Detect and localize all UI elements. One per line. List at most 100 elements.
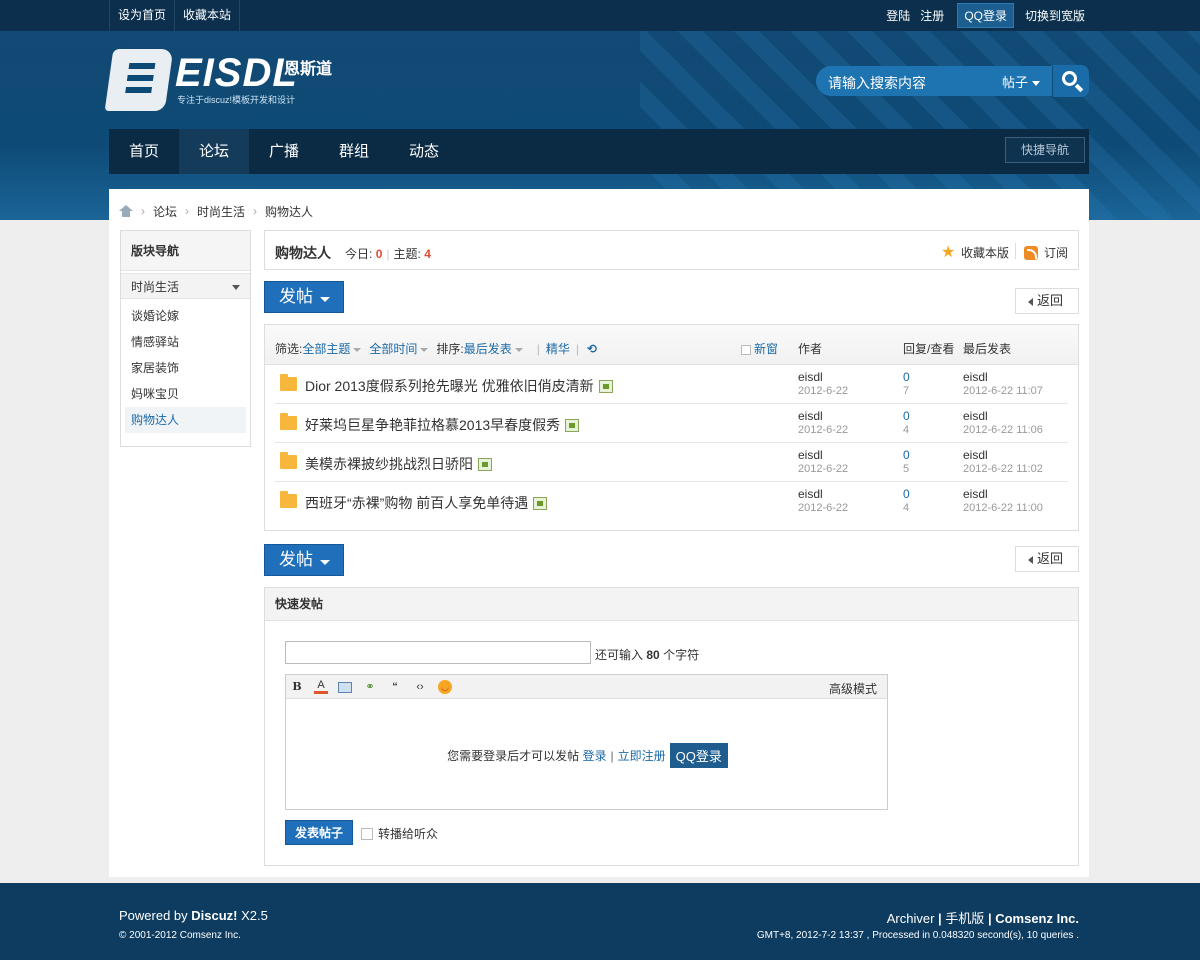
company-link[interactable]: Comsenz Inc. xyxy=(995,911,1079,926)
new-post-button[interactable]: 发帖 xyxy=(264,281,344,313)
thread-title[interactable]: Dior 2013度假系列抢先曝光 优雅依旧俏皮清新 xyxy=(305,376,594,396)
editor-qq-login-button[interactable]: QQ登录 xyxy=(669,743,728,768)
quick-nav-button[interactable]: 快捷导航 xyxy=(1005,137,1085,163)
thread-replies: 04 xyxy=(903,487,910,515)
top-bar: 设为首页 收藏本站 登陆 注册 QQ登录 切换到宽版 xyxy=(0,0,1200,31)
thread-title-link[interactable]: 好莱坞巨星争艳菲拉格慕2013早春度假秀 xyxy=(305,415,580,435)
search-input[interactable]: 请输入搜索内容 帖子 xyxy=(816,66,1052,96)
last-time[interactable]: 2012-6-22 11:07 xyxy=(963,384,1043,398)
link-icon[interactable]: ⚭ xyxy=(363,680,377,694)
submit-post-button[interactable]: 发表帖子 xyxy=(285,820,353,845)
sidebar-item-mom-baby[interactable]: 妈咪宝贝 xyxy=(125,381,246,407)
mobile-link[interactable]: 手机版 xyxy=(945,911,984,926)
breadcrumb-forum[interactable]: 论坛 xyxy=(153,203,177,220)
nav-groups[interactable]: 群组 xyxy=(319,129,389,174)
site-logo[interactable]: EISDL 恩斯道 专注于discuz!模板开发和设计 xyxy=(104,49,349,115)
sort-select[interactable]: 最后发表 xyxy=(464,340,531,357)
author-name[interactable]: eisdl xyxy=(798,448,823,462)
last-poster[interactable]: eisdl xyxy=(963,487,988,501)
archiver-link[interactable]: Archiver xyxy=(887,911,935,926)
author-name[interactable]: eisdl xyxy=(798,370,823,384)
last-time[interactable]: 2012-6-22 11:06 xyxy=(963,423,1043,437)
sidebar-item-wedding[interactable]: 谈婚论嫁 xyxy=(125,303,246,329)
login-link[interactable]: 登陆 xyxy=(881,7,915,24)
bookmark-site-link[interactable]: 收藏本站 xyxy=(175,0,241,31)
brand-link[interactable]: Discuz! xyxy=(191,908,237,923)
editor-login-link[interactable]: 登录 xyxy=(582,747,606,764)
nav-forum[interactable]: 论坛 xyxy=(179,129,249,174)
favorite-board-link[interactable]: ★ 收藏本版 xyxy=(941,244,1009,261)
bold-icon[interactable]: B xyxy=(290,680,304,694)
image-icon[interactable] xyxy=(338,682,352,693)
post-date: 2012-6-22 xyxy=(798,424,849,436)
last-poster[interactable]: eisdl xyxy=(963,409,988,423)
thread-author[interactable]: eisdl 2012-6-22 xyxy=(798,487,848,515)
post-editor[interactable]: B A ⚭ “ ‹› ◡ 高级模式 您需要登录后才可以发帖 登录 | 立即注册 QQ登… xyxy=(285,674,888,810)
new-window-label: 新窗 xyxy=(754,342,779,356)
main-nav: 首页 论坛 广播 群组 动态 快捷导航 xyxy=(109,129,1089,174)
code-icon[interactable]: ‹› xyxy=(413,680,427,694)
reply-count[interactable]: 0 xyxy=(903,409,910,423)
thread-title-link[interactable]: Dior 2013度假系列抢先曝光 优雅依旧俏皮清新 xyxy=(305,376,613,396)
forum-title: 购物达人 xyxy=(275,245,331,261)
last-time[interactable]: 2012-6-22 11:00 xyxy=(963,501,1043,515)
last-poster[interactable]: eisdl xyxy=(963,448,988,462)
search-button[interactable] xyxy=(1053,65,1089,97)
thread-author[interactable]: eisdl 2012-6-22 xyxy=(798,448,848,476)
rss-icon xyxy=(1023,245,1038,260)
thread-author[interactable]: eisdl 2012-6-22 xyxy=(798,409,848,437)
thread-title[interactable]: 西班牙“赤裸”购物 前百人享免单待遇 xyxy=(305,493,528,513)
new-post-button-bottom[interactable]: 发帖 xyxy=(264,544,344,576)
back-button[interactable]: 返回 xyxy=(1015,288,1079,314)
qq-login-button[interactable]: QQ登录 xyxy=(957,3,1014,28)
char-remaining: 还可输入 80 个字符 xyxy=(595,646,699,663)
nav-broadcast[interactable]: 广播 xyxy=(249,129,319,174)
reply-count[interactable]: 0 xyxy=(903,487,910,501)
thread-last-post[interactable]: eisdl 2012-6-22 11:07 xyxy=(963,370,1043,398)
thread-title[interactable]: 好莱坞巨星争艳菲拉格慕2013早春度假秀 xyxy=(305,415,560,435)
thread-last-post[interactable]: eisdl 2012-6-22 11:06 xyxy=(963,409,1043,437)
register-link[interactable]: 注册 xyxy=(915,7,949,24)
thread-title[interactable]: 美模赤裸披纱挑战烈日骄阳 xyxy=(305,454,473,474)
thread-title-link[interactable]: 美模赤裸披纱挑战烈日骄阳 xyxy=(305,454,492,474)
wide-mode-link[interactable]: 切换到宽版 xyxy=(1020,7,1090,24)
nav-home[interactable]: 首页 xyxy=(109,129,179,174)
last-time[interactable]: 2012-6-22 11:02 xyxy=(963,462,1043,476)
subject-input[interactable] xyxy=(285,641,591,664)
copyright: © 2001-2012 Comsenz Inc. xyxy=(119,930,241,941)
quote-icon[interactable]: “ xyxy=(388,680,402,694)
sidebar-item-emotion[interactable]: 情感驿站 xyxy=(125,329,246,355)
author-name[interactable]: eisdl xyxy=(798,409,823,423)
thread-title-link[interactable]: 西班牙“赤裸”购物 前百人享免单待遇 xyxy=(305,493,548,513)
advanced-mode-link[interactable]: 高级模式 xyxy=(829,680,877,697)
thread-last-post[interactable]: eisdl 2012-6-22 11:02 xyxy=(963,448,1043,476)
author-name[interactable]: eisdl xyxy=(798,487,823,501)
refresh-icon[interactable]: ⟲ xyxy=(587,342,597,356)
smiley-icon[interactable]: ◡ xyxy=(438,680,452,694)
filter-all-time[interactable]: 全部时间 xyxy=(369,340,436,357)
subscribe-link[interactable]: 订阅 xyxy=(1023,244,1068,261)
sidebar-item-shopping[interactable]: 购物达人 xyxy=(125,407,246,433)
broadcast-option[interactable]: 转播给听众 xyxy=(361,825,438,842)
set-home-link[interactable]: 设为首页 xyxy=(109,0,176,31)
font-color-icon[interactable]: A xyxy=(314,680,328,694)
thread-last-post[interactable]: eisdl 2012-6-22 11:00 xyxy=(963,487,1043,515)
last-poster[interactable]: eisdl xyxy=(963,370,988,384)
reply-count[interactable]: 0 xyxy=(903,448,910,462)
reply-count[interactable]: 0 xyxy=(903,370,910,384)
nav-activity[interactable]: 动态 xyxy=(389,129,459,174)
breadcrumb-category[interactable]: 时尚生活 xyxy=(197,203,245,220)
new-window-checkbox[interactable] xyxy=(741,344,751,355)
breadcrumb-board[interactable]: 购物达人 xyxy=(265,203,313,220)
home-icon[interactable] xyxy=(119,205,133,217)
thread-author[interactable]: eisdl 2012-6-22 xyxy=(798,370,848,398)
broadcast-checkbox[interactable] xyxy=(361,827,373,840)
back-button-bottom[interactable]: 返回 xyxy=(1015,546,1079,572)
new-window-toggle[interactable]: 新窗 xyxy=(741,340,778,357)
editor-register-link[interactable]: 立即注册 xyxy=(618,747,666,764)
sidebar-group[interactable]: 时尚生活 xyxy=(121,273,250,299)
search-type-select[interactable]: 帖子 xyxy=(1002,72,1040,91)
digest-filter[interactable]: 精华 xyxy=(546,340,570,357)
filter-all-threads[interactable]: 全部主题 xyxy=(302,340,369,357)
sidebar-item-home-decor[interactable]: 家居装饰 xyxy=(125,355,246,381)
